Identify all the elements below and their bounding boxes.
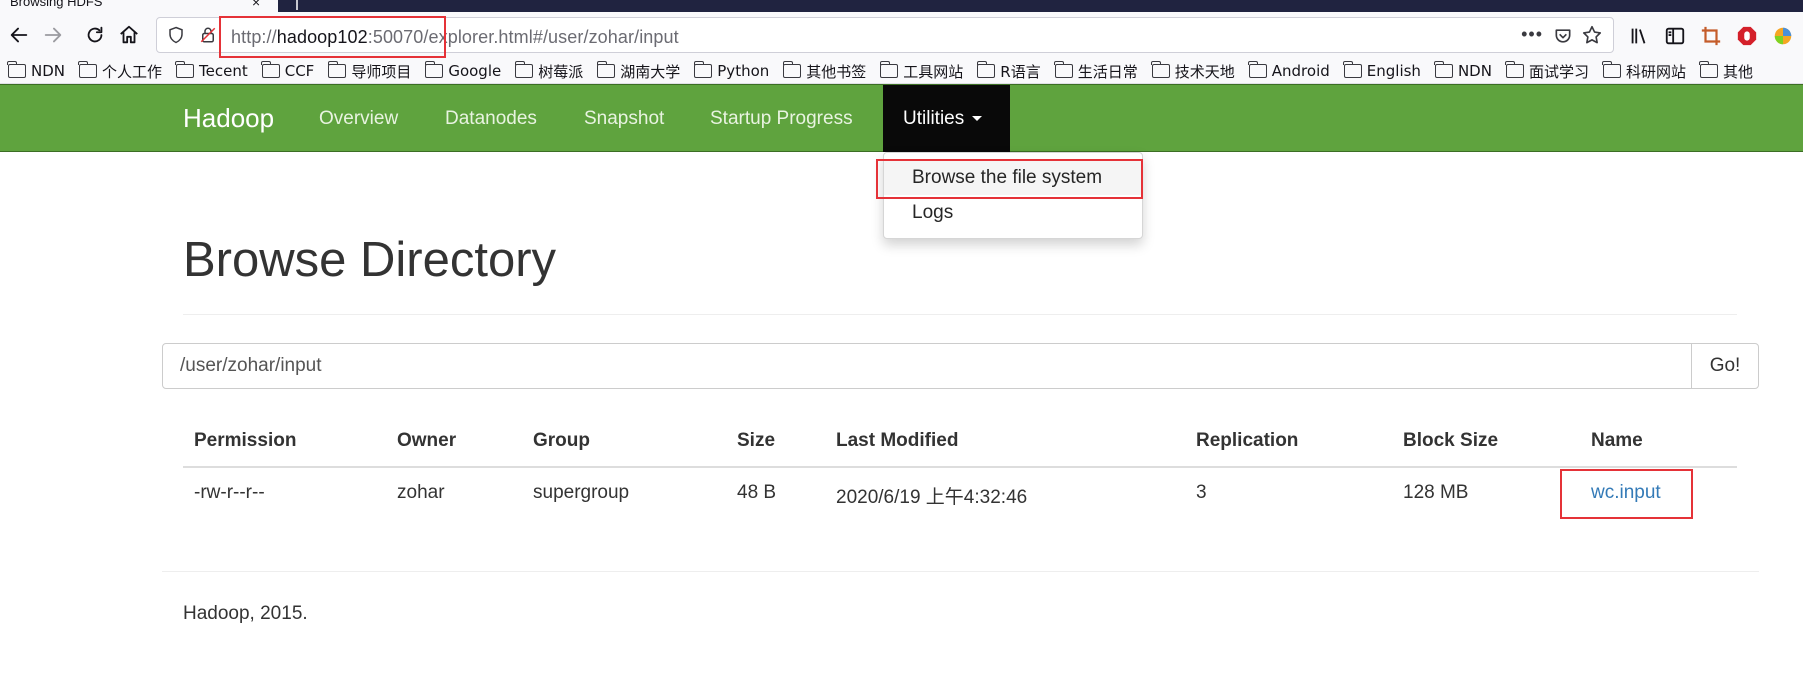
col-header-replication[interactable]: Replication — [1196, 430, 1298, 452]
url-host-highlight-box — [219, 16, 446, 58]
back-arrow-icon[interactable] — [4, 20, 34, 50]
bookmark-folder[interactable]: 其他书签 — [782, 58, 866, 83]
col-header-name[interactable]: Name — [1591, 430, 1643, 452]
tab-close-icon[interactable]: × — [252, 0, 260, 10]
library-icon[interactable] — [1627, 24, 1651, 48]
folder-icon — [7, 61, 26, 78]
nav-overview[interactable]: Overview — [319, 108, 398, 130]
url-path: /explorer.html#/user/zohar/input — [423, 27, 679, 47]
pocket-icon[interactable] — [1553, 26, 1573, 46]
bookmark-folder[interactable]: 科研网站 — [1602, 58, 1686, 83]
url-bar[interactable]: http://hadoop102:50070/explorer.html#/us… — [156, 16, 1614, 58]
bookmark-folder[interactable]: Python — [693, 58, 769, 83]
bookmark-folder[interactable]: 个人工作 — [78, 58, 162, 83]
cell-size: 48 B — [737, 482, 777, 503]
bookmark-folder[interactable]: Google — [424, 58, 501, 83]
col-header-group[interactable]: Group — [533, 430, 590, 452]
file-name-highlight-box — [1560, 469, 1693, 519]
navbar-brand[interactable]: Hadoop — [183, 103, 274, 134]
folder-icon — [1699, 61, 1718, 78]
adblock-icon[interactable] — [1735, 24, 1759, 48]
browse-menu-highlight-box — [876, 159, 1143, 199]
folder-icon — [424, 61, 444, 78]
bookmark-folder[interactable]: CCF — [261, 58, 314, 83]
go-button[interactable]: Go! — [1691, 343, 1759, 389]
table-header-divider — [183, 466, 1737, 468]
folder-icon — [879, 61, 899, 78]
bookmark-folder[interactable]: Android — [1248, 58, 1330, 83]
tracking-shield-icon[interactable] — [167, 26, 185, 44]
bookmark-folder[interactable]: Tecent — [175, 58, 248, 83]
bookmark-folder[interactable]: NDN — [1434, 58, 1492, 83]
nav-startup-progress[interactable]: Startup Progress — [710, 108, 853, 130]
folder-icon — [261, 61, 280, 78]
folder-icon — [514, 61, 534, 78]
cell-group: supergroup — [533, 482, 630, 503]
folder-icon — [1248, 61, 1267, 78]
title-divider — [183, 314, 1737, 315]
folder-icon — [175, 61, 195, 78]
cell-last-modified: 2020/6/19 上午4:32:46 — [836, 487, 1028, 508]
bookmark-folder[interactable]: 树莓派 — [514, 58, 583, 83]
page-actions-icon[interactable]: ••• — [1521, 24, 1543, 45]
footer-divider — [162, 571, 1759, 572]
page-title: Browse Directory — [183, 233, 557, 287]
bookmark-folder[interactable]: English — [1343, 58, 1421, 83]
cell-block-size: 128 MB — [1403, 482, 1469, 503]
folder-icon — [1151, 61, 1170, 78]
col-header-owner[interactable]: Owner — [397, 430, 456, 452]
folder-icon — [596, 61, 616, 78]
folder-icon — [1343, 61, 1362, 78]
utilities-text: Utilities — [903, 108, 965, 129]
nav-datanodes[interactable]: Datanodes — [445, 108, 537, 130]
tab-strip: Browsing HDFS × — [0, 0, 1803, 12]
nav-utilities[interactable]: Utilities — [883, 85, 1010, 152]
col-header-size[interactable]: Size — [737, 430, 775, 452]
bookmark-folder[interactable]: 技术天地 — [1151, 58, 1235, 83]
folder-icon — [1054, 61, 1073, 78]
cell-owner: zohar — [397, 482, 445, 503]
nav-snapshot[interactable]: Snapshot — [584, 108, 664, 130]
folder-icon — [327, 61, 347, 78]
hadoop-navbar: Hadoop Overview Datanodes Snapshot Start… — [0, 84, 1803, 152]
bookmark-folder[interactable]: 导师项目 — [327, 58, 411, 83]
nav-utilities-label: Utilities — [903, 108, 983, 130]
insecure-lock-icon[interactable] — [199, 26, 217, 44]
bookmark-star-icon[interactable] — [1581, 24, 1603, 46]
tab-separator — [296, 0, 298, 10]
bookmark-folder[interactable]: 湖南大学 — [596, 58, 680, 83]
folder-icon — [693, 61, 713, 78]
cell-permission: -rw-r--r-- — [194, 482, 265, 503]
bookmark-folder[interactable]: R语言 — [976, 58, 1041, 83]
browser-tab-active[interactable]: Browsing HDFS × — [0, 0, 278, 12]
bookmark-folder[interactable]: 生活日常 — [1054, 58, 1138, 83]
folder-icon — [1434, 61, 1453, 78]
reload-icon[interactable] — [80, 20, 110, 50]
directory-path-input[interactable] — [162, 343, 1692, 389]
browser-tab-title: Browsing HDFS — [10, 0, 103, 9]
caret-down-icon — [972, 116, 983, 122]
folder-icon — [1602, 61, 1621, 78]
col-header-last-modified[interactable]: Last Modified — [836, 430, 958, 452]
forward-arrow-icon[interactable] — [38, 20, 68, 50]
bookmarks-bar: NDN 个人工作 Tecent CCF 导师项目 Google 树莓派 湖南大学 Python 其… — [0, 58, 1803, 84]
home-icon[interactable] — [114, 20, 144, 50]
bookmark-folder[interactable]: NDN — [7, 58, 65, 83]
folder-icon — [78, 61, 97, 78]
menu-item-logs[interactable]: Logs — [884, 196, 1142, 230]
cell-replication: 3 — [1196, 482, 1207, 503]
col-header-permission[interactable]: Permission — [194, 430, 296, 452]
crop-screenshot-icon[interactable] — [1699, 24, 1723, 48]
footer-text: Hadoop, 2015. — [183, 603, 308, 624]
sidebar-icon[interactable] — [1663, 24, 1687, 48]
bookmark-folder[interactable]: 工具网站 — [879, 58, 963, 83]
folder-icon — [782, 61, 802, 78]
folder-icon — [976, 61, 996, 78]
browser-toolbar: http://hadoop102:50070/explorer.html#/us… — [0, 12, 1803, 58]
bookmark-folder[interactable]: 其他 — [1699, 58, 1753, 83]
extension-globe-icon[interactable] — [1771, 24, 1795, 48]
folder-icon — [1505, 61, 1524, 78]
col-header-block-size[interactable]: Block Size — [1403, 430, 1498, 452]
bookmark-folder[interactable]: 面试学习 — [1505, 58, 1589, 83]
